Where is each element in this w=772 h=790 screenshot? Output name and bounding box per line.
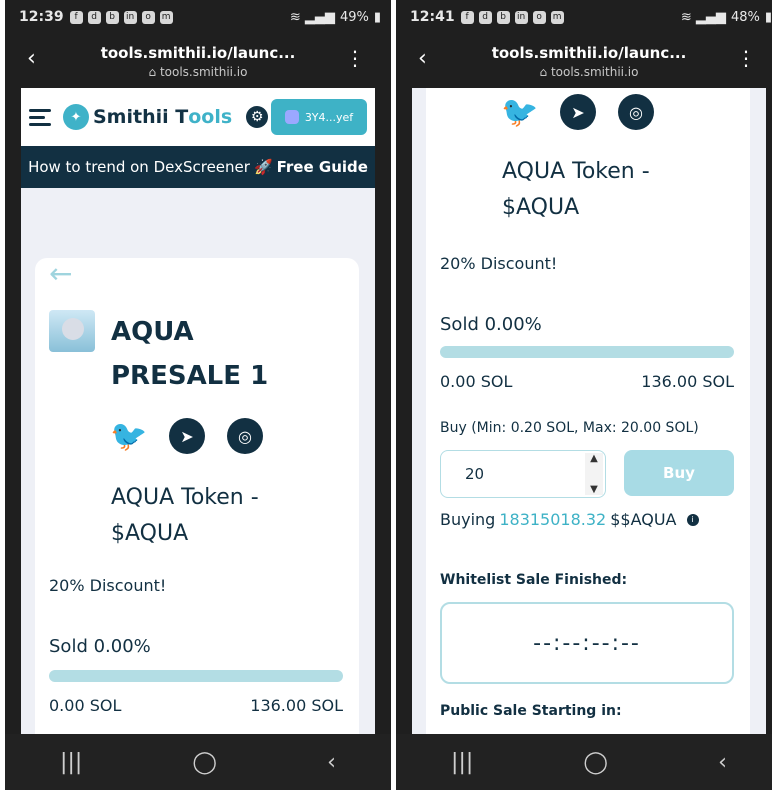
wifi-signal-icon: ≋ ▂▄▆ — [680, 9, 726, 25]
smithii-logo-icon: ✦ — [63, 104, 89, 130]
home-icon[interactable]: ◯ — [192, 750, 217, 775]
site-logo[interactable]: Smithii Tools — [93, 106, 232, 128]
buying-summary: Buying 18315018.32 $$AQUA i — [440, 510, 699, 529]
presale-card: 🐦 ➤ ◎ AQUA Token - $AQUA 20% Discount! S… — [426, 88, 750, 734]
menu-icon[interactable] — [29, 108, 51, 126]
sol-range: 0.00 SOL 136.00 SOL — [440, 372, 734, 391]
notification-icons: f d b in o m — [69, 10, 173, 24]
twitter-icon[interactable]: 🐦 — [501, 94, 538, 130]
presale-card: ← AQUA PRESALE 1 🐦 ➤ ◎ AQUA Token - $AQU… — [35, 258, 359, 734]
web-viewport: ✦ Smithii Tools ⚙ 3Y4...yef How to trend… — [21, 88, 375, 734]
status-right: ≋ ▂▄▆ 48% ▮ — [681, 10, 772, 25]
mail-icon: m — [550, 10, 564, 24]
progress-bar — [440, 346, 734, 358]
page-url[interactable]: tools.smithii.io/launc... — [396, 44, 772, 62]
discount-text: 20% Discount! — [440, 254, 558, 273]
twitter-icon[interactable]: 🐦 — [110, 418, 147, 454]
android-nav-bar: ||| ◯ ‹ — [396, 734, 772, 790]
discount-text: 20% Discount! — [49, 576, 167, 595]
linkedin-icon: in — [123, 10, 137, 24]
home-icon[interactable]: ◯ — [583, 750, 608, 775]
discord-icon: d — [478, 10, 492, 24]
battery-icon: ▮ — [764, 9, 772, 25]
public-sale-label: Public Sale Starting in: — [440, 703, 622, 719]
sol-range: 0.00 SOL 136.00 SOL — [49, 696, 343, 715]
website-globe-icon[interactable]: ◎ — [227, 418, 263, 454]
app-icon: o — [141, 10, 155, 24]
app-icon: b — [105, 10, 119, 24]
sol-raised: 0.00 SOL — [440, 372, 513, 391]
page-domain: ⌂ tools.smithii.io — [539, 65, 639, 79]
battery-level: 48% — [730, 9, 760, 25]
browser-url-bar: ‹ tools.smithii.io/launc... ⌂ tools.smit… — [396, 34, 772, 88]
page-domain: ⌂ tools.smithii.io — [148, 65, 248, 79]
settings-gear-icon[interactable]: ⚙ — [246, 106, 269, 128]
wifi-signal-icon: ≋ ▂▄▆ — [289, 9, 335, 25]
battery-level: 49% — [339, 9, 369, 25]
token-avatar — [49, 310, 95, 352]
telegram-icon[interactable]: ➤ — [560, 94, 596, 130]
android-nav-bar: ||| ◯ ‹ — [5, 734, 391, 790]
wallet-button[interactable]: 3Y4...yef — [271, 99, 367, 135]
app-icon: b — [496, 10, 510, 24]
discord-icon: d — [87, 10, 101, 24]
increment-icon[interactable]: ▲ — [590, 453, 598, 464]
nav-back-icon[interactable]: ‹ — [327, 750, 336, 775]
rocket-icon: 🚀 — [253, 158, 273, 176]
wallet-icon — [284, 110, 299, 124]
notification-icons: f d b in o m — [460, 10, 564, 24]
page-url[interactable]: tools.smithii.io/launc... — [5, 44, 391, 62]
nav-back-icon[interactable]: ‹ — [718, 750, 727, 775]
phone-screenshot-right: 12:41 f d b in o m ≋ ▂▄▆ 48% ▮ ‹ tools.s… — [396, 0, 772, 790]
status-time: 12:41 — [410, 9, 455, 25]
quantity-stepper[interactable]: ▲ ▼ — [585, 453, 603, 495]
browser-url-bar: ‹ tools.smithii.io/launc... ⌂ tools.smit… — [5, 34, 391, 88]
status-bar: 12:41 f d b in o m ≋ ▂▄▆ 48% ▮ — [396, 0, 772, 34]
social-links: 🐦 ➤ ◎ — [501, 94, 654, 130]
battery-icon: ▮ — [373, 9, 381, 25]
linkedin-icon: in — [514, 10, 528, 24]
status-time: 12:39 — [19, 9, 64, 25]
telegram-icon[interactable]: ➤ — [169, 418, 205, 454]
sol-hardcap: 136.00 SOL — [641, 372, 734, 391]
status-bar: 12:39 f d b in o m ≋ ▂▄▆ 49% ▮ — [5, 0, 391, 34]
promo-banner[interactable]: How to trend on DexScreener 🚀 Free Guide — [21, 146, 375, 188]
mail-icon: m — [159, 10, 173, 24]
info-icon[interactable]: i — [686, 513, 699, 526]
sol-raised: 0.00 SOL — [49, 696, 122, 715]
buy-button[interactable]: Buy — [624, 450, 734, 496]
site-header: ✦ Smithii Tools ⚙ 3Y4...yef — [21, 88, 375, 146]
website-globe-icon[interactable]: ◎ — [618, 94, 654, 130]
recent-apps-icon[interactable]: ||| — [60, 750, 82, 775]
sol-hardcap: 136.00 SOL — [250, 696, 343, 715]
sold-percentage: Sold 0.00% — [440, 314, 542, 335]
free-guide-link[interactable]: Free Guide — [277, 158, 368, 176]
more-options-icon[interactable]: ⋮ — [345, 48, 365, 68]
status-right: ≋ ▂▄▆ 49% ▮ — [290, 10, 381, 25]
phone-screenshot-left: 12:39 f d b in o m ≋ ▂▄▆ 49% ▮ ‹ tools.s… — [5, 0, 391, 790]
app-icon: o — [532, 10, 546, 24]
buy-amount-input[interactable]: 20 ▲ ▼ — [440, 450, 606, 498]
social-links: 🐦 ➤ ◎ — [110, 418, 263, 454]
sold-percentage: Sold 0.00% — [49, 636, 151, 657]
facebook-icon: f — [69, 10, 83, 24]
facebook-icon: f — [460, 10, 474, 24]
buy-limits-label: Buy (Min: 0.20 SOL, Max: 20.00 SOL) — [440, 420, 699, 436]
back-arrow-icon[interactable]: ← — [49, 260, 72, 288]
token-name: AQUA Token - $AQUA — [502, 159, 650, 220]
web-viewport: 🐦 ➤ ◎ AQUA Token - $AQUA 20% Discount! S… — [412, 88, 766, 734]
token-name: AQUA Token - $AQUA — [111, 485, 259, 546]
whitelist-countdown: --:--:--:-- — [440, 602, 734, 684]
presale-title: AQUA PRESALE 1 — [111, 317, 269, 391]
progress-bar — [49, 670, 343, 682]
whitelist-status-label: Whitelist Sale Finished: — [440, 572, 628, 588]
decrement-icon[interactable]: ▼ — [590, 484, 598, 495]
more-options-icon[interactable]: ⋮ — [736, 48, 756, 68]
recent-apps-icon[interactable]: ||| — [451, 750, 473, 775]
